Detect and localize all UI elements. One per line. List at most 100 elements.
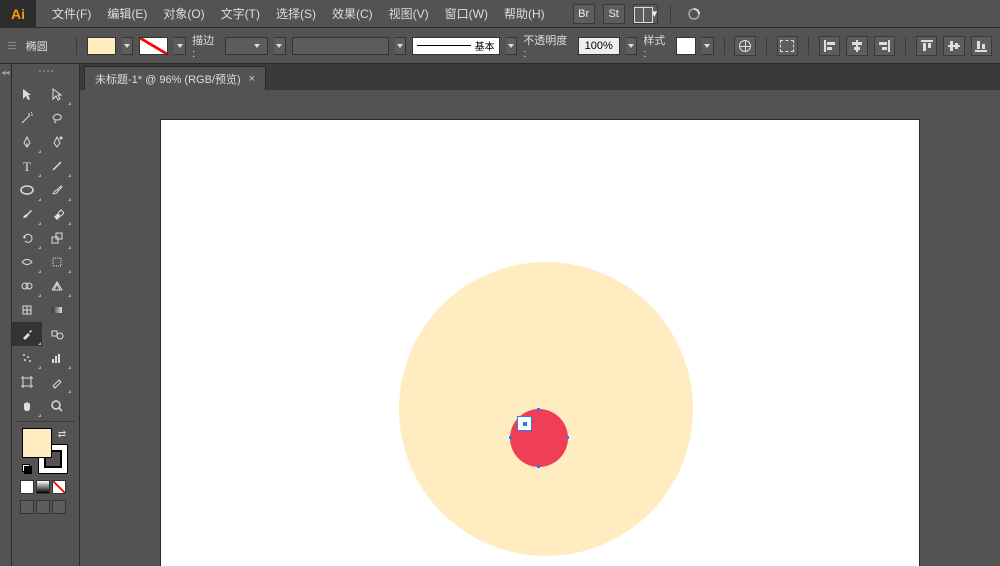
align-left-icon[interactable] bbox=[819, 36, 840, 56]
eraser-tool[interactable] bbox=[42, 202, 72, 226]
align-center-h-icon[interactable] bbox=[846, 36, 867, 56]
bridge-button[interactable]: Br bbox=[573, 4, 595, 24]
line-segment-tool[interactable] bbox=[42, 154, 72, 178]
variable-width-profile[interactable] bbox=[292, 37, 389, 55]
separator bbox=[16, 421, 75, 422]
align-center-v-icon[interactable] bbox=[943, 36, 964, 56]
mesh-tool[interactable] bbox=[12, 298, 42, 322]
graphic-style-swatch[interactable] bbox=[676, 37, 695, 55]
draw-inside-icon[interactable] bbox=[52, 500, 66, 514]
toolbox-grip[interactable] bbox=[12, 70, 79, 78]
artboard-tool[interactable] bbox=[12, 370, 42, 394]
document-tab[interactable]: 未标题-1* @ 96% (RGB/预览) × bbox=[84, 66, 266, 90]
fill-stroke-control[interactable]: ⇄ bbox=[22, 428, 68, 474]
stroke-dropdown[interactable] bbox=[174, 37, 186, 55]
fill-dropdown[interactable] bbox=[122, 37, 134, 55]
symbol-sprayer-tool[interactable] bbox=[12, 346, 42, 370]
stroke-weight-stepper[interactable] bbox=[274, 37, 286, 55]
menu-select[interactable]: 选择(S) bbox=[268, 0, 324, 28]
separator bbox=[670, 5, 671, 23]
zoom-tool[interactable] bbox=[42, 394, 72, 418]
width-tool[interactable] bbox=[12, 250, 42, 274]
arrange-icon bbox=[634, 7, 652, 21]
artboard[interactable] bbox=[161, 120, 919, 566]
shape-red-circle[interactable] bbox=[510, 409, 568, 467]
hand-tool[interactable] bbox=[12, 394, 42, 418]
anchor-point[interactable] bbox=[537, 465, 540, 468]
slice-tool[interactable] bbox=[42, 370, 72, 394]
toolbox: T bbox=[12, 64, 80, 566]
style-dropdown[interactable] bbox=[702, 37, 714, 55]
magic-wand-tool[interactable] bbox=[12, 106, 42, 130]
menu-type[interactable]: 文字(T) bbox=[213, 0, 268, 28]
fill-swatch[interactable] bbox=[87, 37, 116, 55]
blend-tool[interactable] bbox=[42, 322, 72, 346]
paintbrush-tool[interactable] bbox=[42, 178, 72, 202]
color-mode-none[interactable] bbox=[52, 480, 66, 494]
direct-selection-tool[interactable] bbox=[42, 82, 72, 106]
brush-definition[interactable]: 基本 bbox=[412, 37, 499, 55]
draw-behind-icon[interactable] bbox=[36, 500, 50, 514]
style-label: 样式 : bbox=[643, 32, 670, 60]
arrange-documents-button[interactable]: ▾ bbox=[633, 4, 659, 24]
align-bottom-icon[interactable] bbox=[971, 36, 992, 56]
menu-effect[interactable]: 效果(C) bbox=[324, 0, 381, 28]
close-tab-icon[interactable]: × bbox=[249, 73, 255, 85]
scale-tool[interactable] bbox=[42, 226, 72, 250]
opacity-dropdown[interactable] bbox=[626, 37, 638, 55]
gradient-tool[interactable] bbox=[42, 298, 72, 322]
align-right-icon[interactable] bbox=[874, 36, 895, 56]
menu-window[interactable]: 窗口(W) bbox=[437, 0, 496, 28]
perspective-grid-tool[interactable] bbox=[42, 274, 72, 298]
panel-grip[interactable] bbox=[8, 28, 16, 64]
vwp-dropdown[interactable] bbox=[395, 37, 407, 55]
menubar-right-group: Br St ▾ bbox=[573, 4, 706, 24]
shape-builder-tool[interactable] bbox=[12, 274, 42, 298]
fill-color-box[interactable] bbox=[22, 428, 52, 458]
stroke-swatch[interactable] bbox=[139, 37, 168, 55]
selection-tool[interactable] bbox=[12, 82, 42, 106]
recolor-artwork-icon[interactable] bbox=[734, 36, 755, 56]
collapsed-panel-strip[interactable]: ◂◂ bbox=[0, 64, 12, 566]
align-top-icon[interactable] bbox=[916, 36, 937, 56]
shaper-tool[interactable] bbox=[12, 202, 42, 226]
pen-tool[interactable] bbox=[12, 130, 42, 154]
anchor-point[interactable] bbox=[566, 436, 569, 439]
default-fill-stroke-icon[interactable] bbox=[22, 464, 32, 474]
anchor-point[interactable] bbox=[537, 408, 540, 411]
document-tab-bar: 未标题-1* @ 96% (RGB/预览) × bbox=[80, 64, 1000, 90]
gpu-preview-icon[interactable] bbox=[683, 4, 705, 24]
ellipse-tool[interactable] bbox=[12, 178, 42, 202]
lasso-tool[interactable] bbox=[42, 106, 72, 130]
brush-dropdown[interactable] bbox=[506, 37, 518, 55]
app-logo: Ai bbox=[0, 0, 36, 28]
anchor-point[interactable] bbox=[509, 436, 512, 439]
curvature-tool[interactable] bbox=[42, 130, 72, 154]
options-bar: 椭圆 描边 : 基本 不透明度 : 样式 : bbox=[0, 28, 1000, 64]
menu-file[interactable]: 文件(F) bbox=[44, 0, 99, 28]
menu-object[interactable]: 对象(O) bbox=[155, 0, 212, 28]
svg-text:T: T bbox=[23, 159, 31, 173]
column-graph-tool[interactable] bbox=[42, 346, 72, 370]
type-tool[interactable]: T bbox=[12, 154, 42, 178]
color-mode-solid[interactable] bbox=[20, 480, 34, 494]
separator bbox=[766, 37, 767, 55]
stroke-weight-field[interactable] bbox=[225, 37, 268, 55]
color-mode-gradient[interactable] bbox=[36, 480, 50, 494]
free-transform-tool[interactable] bbox=[42, 250, 72, 274]
main-area: ◂◂ T bbox=[0, 64, 1000, 566]
menu-help[interactable]: 帮助(H) bbox=[496, 0, 553, 28]
menu-view[interactable]: 视图(V) bbox=[381, 0, 437, 28]
rotate-tool[interactable] bbox=[12, 226, 42, 250]
separator bbox=[808, 37, 809, 55]
transform-icon[interactable] bbox=[777, 36, 798, 56]
opacity-input[interactable] bbox=[578, 37, 620, 55]
eyedropper-tool[interactable] bbox=[12, 322, 42, 346]
menu-edit[interactable]: 编辑(E) bbox=[99, 0, 155, 28]
draw-normal-icon[interactable] bbox=[20, 500, 34, 514]
separator bbox=[724, 37, 725, 55]
selection-marker[interactable] bbox=[517, 416, 532, 431]
stock-button[interactable]: St bbox=[603, 4, 625, 24]
canvas-viewport[interactable] bbox=[80, 90, 1000, 566]
swap-fill-stroke-icon[interactable]: ⇄ bbox=[56, 428, 68, 440]
